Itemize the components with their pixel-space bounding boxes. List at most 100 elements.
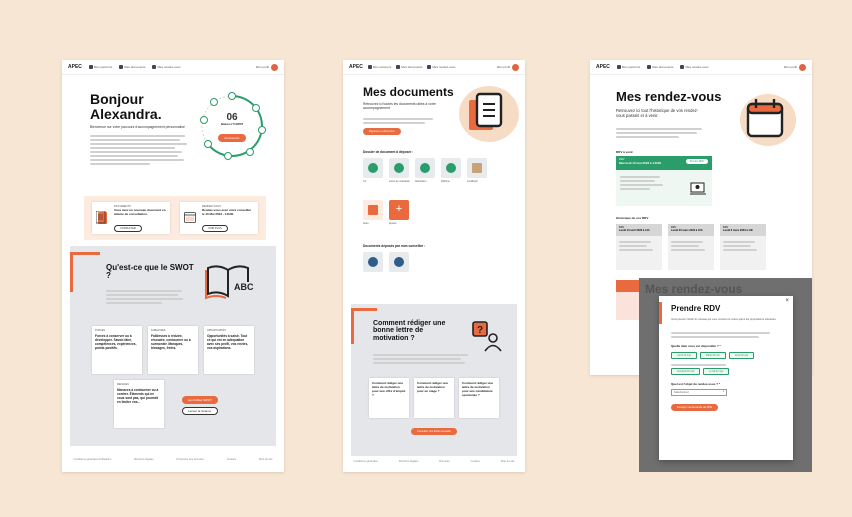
footer-link[interactable]: Données: [439, 460, 449, 463]
document-tile[interactable]: [389, 158, 409, 178]
hero-title-line2: Alexandra.: [90, 105, 162, 122]
document-tile[interactable]: [415, 158, 435, 178]
tile-label: Autre: [363, 222, 369, 225]
user-menu[interactable]: Mon profil: [497, 63, 519, 71]
route-icon: [367, 65, 372, 69]
footer-link[interactable]: Cookies: [471, 460, 480, 463]
footer-link[interactable]: Protection des données: [177, 458, 204, 461]
calendar-icon: [184, 212, 196, 223]
footer-link[interactable]: Mentions légales: [134, 458, 153, 461]
consult-button[interactable]: CONSULTER: [114, 225, 142, 232]
document-tile[interactable]: [467, 158, 487, 178]
submit-rdv-button[interactable]: Envoyer ma demande de RDV: [671, 404, 719, 411]
page-title: Mes documents: [363, 85, 454, 99]
section-title-to-upload: Dossier de document à déposer :: [363, 150, 414, 154]
modal-overlay[interactable]: Mes rendez-vous × Prendre RDV Vous pouve…: [639, 278, 812, 472]
nav-item-parcours[interactable]: Mon parcours: [88, 65, 112, 69]
advice-card[interactable]: Comment rédiger une lettre de motivation…: [369, 378, 409, 418]
nav-item-documents[interactable]: Mes documents: [396, 65, 422, 69]
swot-grids-button[interactable]: Les Grilles SWOT: [182, 396, 219, 404]
advice-card[interactable]: Comment rédiger une lettre de motivation…: [459, 378, 499, 418]
footer-link[interactable]: Cookies: [227, 458, 236, 461]
nav-item-documents[interactable]: Mes documents: [647, 65, 673, 69]
upcoming-rdv-card: RDV Mercredi 10 mai 2023 à 14h30 Prendre…: [616, 156, 712, 206]
nav-item-parcours[interactable]: Mon parcours: [367, 65, 391, 69]
book-rdv-button[interactable]: Prendre RDV: [685, 159, 708, 164]
calendar-icon: [152, 65, 157, 69]
add-document-tile[interactable]: +: [389, 200, 409, 220]
document-tile[interactable]: [441, 158, 461, 178]
hero-body-text: [90, 135, 190, 166]
page-title: Mes rendez-vous: [616, 89, 722, 104]
advice-card[interactable]: Comment rédiger une lettre de motivation…: [414, 378, 454, 418]
accent-bar: [659, 302, 662, 324]
svg-text:?: ?: [477, 325, 483, 336]
hero-subtitle: Bienvenue sur votre parcours d'accompagn…: [90, 125, 185, 130]
tile-label: Lettre de motivation: [389, 180, 410, 183]
launch-session-button[interactable]: Lancer la Séance: [182, 407, 219, 415]
footer: Conditions générales Mentions légales Do…: [343, 460, 525, 463]
swot-intro: [106, 288, 186, 306]
footer-link[interactable]: Plan du site: [259, 458, 273, 461]
swot-card-menaces: MENACES Menaces à contourner ou à contre…: [114, 380, 164, 428]
date-option[interactable]: Lundi 22 mai: [703, 368, 729, 375]
document-card-text: Vous avez un nouveau document en attente…: [114, 208, 166, 216]
logo[interactable]: APEC: [596, 64, 610, 70]
document-icon: [96, 211, 107, 224]
swot-card-faiblesses: FAIBLESSES Faiblesses à réduire, résoudr…: [148, 326, 198, 374]
step-number: 06: [226, 112, 238, 123]
date-question: Quelle date vous est disponible ? *: [671, 344, 721, 348]
swot-card-opportunites: OPPORTUNITÉS Opportunités à saisir. Tout…: [204, 326, 254, 374]
advisor-document-tile[interactable]: [389, 252, 409, 272]
user-menu[interactable]: Mon profil: [256, 63, 278, 71]
modal-title: Prendre RDV: [671, 304, 721, 313]
question-person-icon: ?: [472, 321, 502, 352]
logo[interactable]: APEC: [349, 64, 363, 70]
nav-item-rdv[interactable]: Mes rendez-vous: [152, 65, 180, 69]
logo[interactable]: APEC: [68, 64, 82, 70]
date-option[interactable]: Lundi 15 mai: [671, 352, 697, 359]
footer: Conditions générales d'utilisation Menti…: [62, 458, 284, 461]
upcoming-label: RDV à venir: [616, 150, 633, 154]
subject-select[interactable]: Sélectionnez ▾: [671, 389, 727, 396]
rdv-card-text: Rendez-vous avec votre conseiller le 10 …: [202, 208, 252, 216]
tile-label: Diplôme: [441, 180, 450, 183]
date-option[interactable]: Jeudi 18 mai: [728, 352, 755, 359]
tile-label: Attestation: [415, 180, 427, 183]
motivation-title: Comment rédiger une bonne lettre de moti…: [373, 320, 446, 342]
section-title-advisor: Documents déposés par mon conseiller :: [363, 244, 426, 248]
footer-link[interactable]: Conditions générales d'utilisation: [73, 458, 111, 461]
step-label: Séance n°6 SWOT: [220, 123, 244, 126]
user-menu[interactable]: Mon profil: [784, 63, 806, 71]
date-option[interactable]: Vendredi 19 mai: [671, 368, 701, 375]
route-icon: [616, 65, 621, 69]
footer-link[interactable]: Conditions générales: [353, 460, 377, 463]
start-session-button[interactable]: Commencer: [218, 134, 246, 142]
top-nav: APEC Mon parcours Mes documents Mes rend…: [343, 60, 525, 75]
notification-band: DOCUMENTS Vous avez un nouveau document …: [84, 196, 266, 240]
see-more-button[interactable]: VOIR PLUS: [202, 225, 228, 232]
document-icon: [647, 65, 652, 69]
close-icon[interactable]: ×: [785, 298, 789, 304]
top-nav: APEC Mon parcours Mes documents Mes rend…: [62, 60, 284, 75]
history-rdv-card: RDV Lundi 20 mars 2023 à 10h: [668, 224, 714, 270]
upload-document-button[interactable]: Déposer un document: [363, 128, 401, 135]
nav-item-documents[interactable]: Mes documents: [119, 65, 145, 69]
document-card: DOCUMENTS Vous avez un nouveau document …: [92, 202, 170, 234]
calendar-illustration: [740, 94, 796, 146]
advice-sheets-button[interactable]: Consulter nos fiches conseils: [411, 428, 457, 435]
date-option[interactable]: Mardi 16 mai: [699, 352, 726, 359]
abc-text: ABC: [234, 282, 254, 292]
nav-item-rdv[interactable]: Mes rendez-vous: [427, 65, 455, 69]
footer-link[interactable]: Plan du site: [501, 460, 515, 463]
footer-link[interactable]: Mentions légales: [399, 460, 418, 463]
page-documents: APEC Mon parcours Mes documents Mes rend…: [343, 60, 525, 472]
nav-item-parcours[interactable]: Mon parcours: [616, 65, 640, 69]
nav-item-rdv[interactable]: Mes rendez-vous: [680, 65, 708, 69]
avatar: [799, 63, 806, 71]
advisor-document-tile[interactable]: [363, 252, 383, 272]
rdv-card: RENDEZ-VOUS Rendez-vous avec votre conse…: [180, 202, 258, 234]
avatar: [271, 63, 278, 71]
document-tile[interactable]: [363, 158, 383, 178]
document-tile[interactable]: [363, 200, 383, 220]
